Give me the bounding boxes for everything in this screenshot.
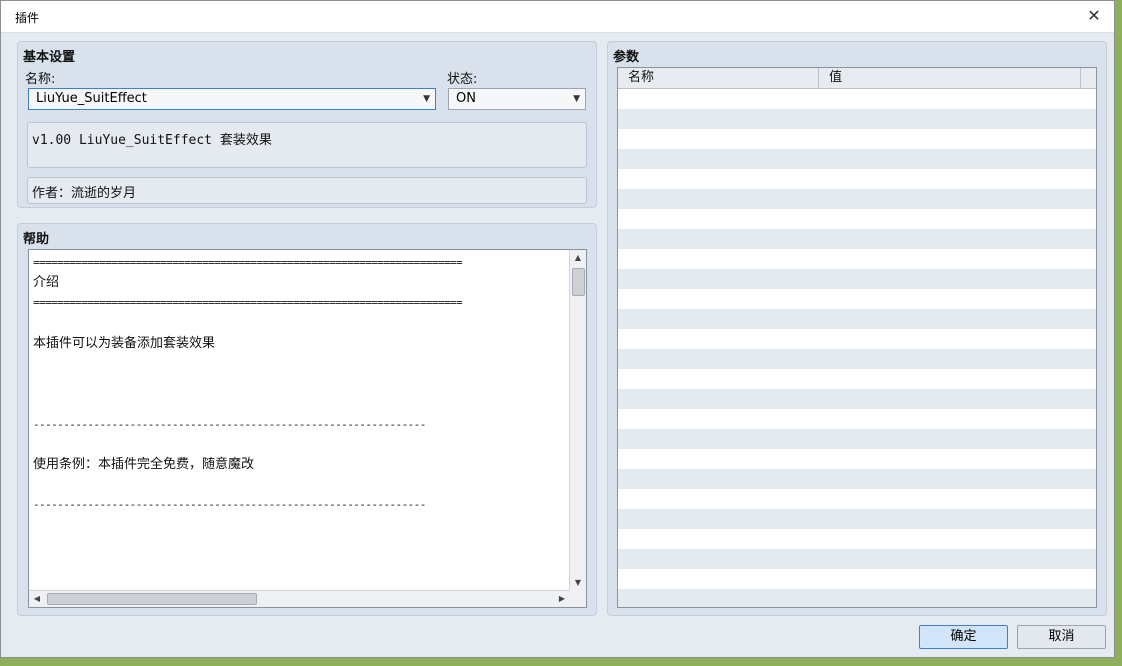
help-line: ========================================… [33,256,463,269]
table-row[interactable] [618,369,1096,389]
help-title: 帮助 [23,232,50,247]
horizontal-scrollbar[interactable]: ◀ ▶ [29,590,570,607]
table-row[interactable] [618,189,1096,209]
table-row[interactable] [618,89,1096,109]
table-row[interactable] [618,509,1096,529]
table-header: 名称 值 [618,68,1096,89]
table-row[interactable] [618,149,1096,169]
help-line [29,475,586,495]
table-row[interactable] [618,489,1096,509]
ok-button[interactable]: 确定 [919,625,1008,649]
table-body [618,89,1096,607]
help-line [29,374,586,394]
window-title: 插件 [15,11,40,25]
table-row[interactable] [618,449,1096,469]
table-row[interactable] [618,309,1096,329]
help-line [29,435,586,455]
title-bar: 插件 ✕ [1,1,1114,33]
table-row[interactable] [618,389,1096,409]
vertical-scroll-thumb[interactable] [572,268,585,296]
help-line [29,354,586,374]
scroll-corner [570,591,586,607]
column-header-name[interactable]: 名称 [618,68,819,88]
table-row[interactable] [618,269,1096,289]
table-row[interactable] [618,289,1096,309]
status-select[interactable]: ON ▼ [448,88,586,110]
chevron-down-icon: ▼ [573,94,580,104]
help-line [29,515,586,535]
help-line: 使用条例：本插件完全免费，随意魔改 [33,456,255,472]
help-group: 帮助 =====================================… [17,223,597,616]
plugin-name-value: LiuYue_SuitEffect [36,91,147,106]
table-row[interactable] [618,169,1096,189]
close-icon[interactable]: ✕ [1082,4,1106,28]
help-line: 介绍 [33,275,60,291]
table-row[interactable] [618,469,1096,489]
column-header-value[interactable]: 值 [819,68,1081,88]
name-label: 名称: [25,72,56,87]
help-line: ----------------------------------------… [33,498,426,512]
table-row[interactable] [618,349,1096,369]
table-row[interactable] [618,429,1096,449]
table-row[interactable] [618,569,1096,589]
table-row[interactable] [618,409,1096,429]
help-line: 本插件可以为装备添加套装效果 [33,335,216,351]
table-row[interactable] [618,229,1096,249]
basic-settings-title: 基本设置 [23,50,76,65]
table-row[interactable] [618,529,1096,549]
table-row[interactable] [618,109,1096,129]
description-text: v1.00 LiuYue_SuitEffect 套装效果 [32,133,272,148]
arrow-left-icon[interactable]: ◀ [29,591,45,607]
help-line: ========================================… [33,296,463,310]
table-row[interactable] [618,549,1096,569]
status-value: ON [456,91,476,106]
status-label: 状态: [447,72,478,87]
basic-settings-group: 基本设置 名称: LiuYue_SuitEffect ▼ 状态: ON ▼ v1… [17,41,597,208]
table-row[interactable] [618,589,1096,607]
help-textbox[interactable]: ========================================… [28,249,587,608]
arrow-down-icon[interactable]: ▼ [570,575,586,591]
parameters-group: 参数 名称 值 [607,41,1107,616]
table-row[interactable] [618,329,1096,349]
table-row[interactable] [618,249,1096,269]
author-field: 作者：流逝的岁月 [27,177,587,204]
table-row[interactable] [618,209,1096,229]
help-line [29,556,586,576]
arrow-up-icon[interactable]: ▲ [570,250,586,266]
vertical-scrollbar[interactable]: ▲ ▼ [569,250,586,591]
help-line [29,314,586,334]
parameters-title: 参数 [613,50,640,65]
help-line: ----------------------------------------… [33,417,426,431]
plugin-dialog: 插件 ✕ 基本设置 名称: LiuYue_SuitEffect ▼ 状态: ON… [0,0,1115,658]
parameters-table[interactable]: 名称 值 [617,67,1097,608]
help-content: ========================================… [29,250,586,596]
help-line [29,394,586,414]
description-field: v1.00 LiuYue_SuitEffect 套装效果 [27,122,587,168]
plugin-name-select[interactable]: LiuYue_SuitEffect ▼ [28,88,436,110]
horizontal-scroll-thumb[interactable] [47,593,257,605]
table-row[interactable] [618,129,1096,149]
help-line [29,536,586,556]
cancel-button[interactable]: 取消 [1017,625,1106,649]
chevron-down-icon: ▼ [423,94,430,104]
arrow-right-icon[interactable]: ▶ [554,591,570,607]
author-text: 作者：流逝的岁月 [32,186,137,201]
